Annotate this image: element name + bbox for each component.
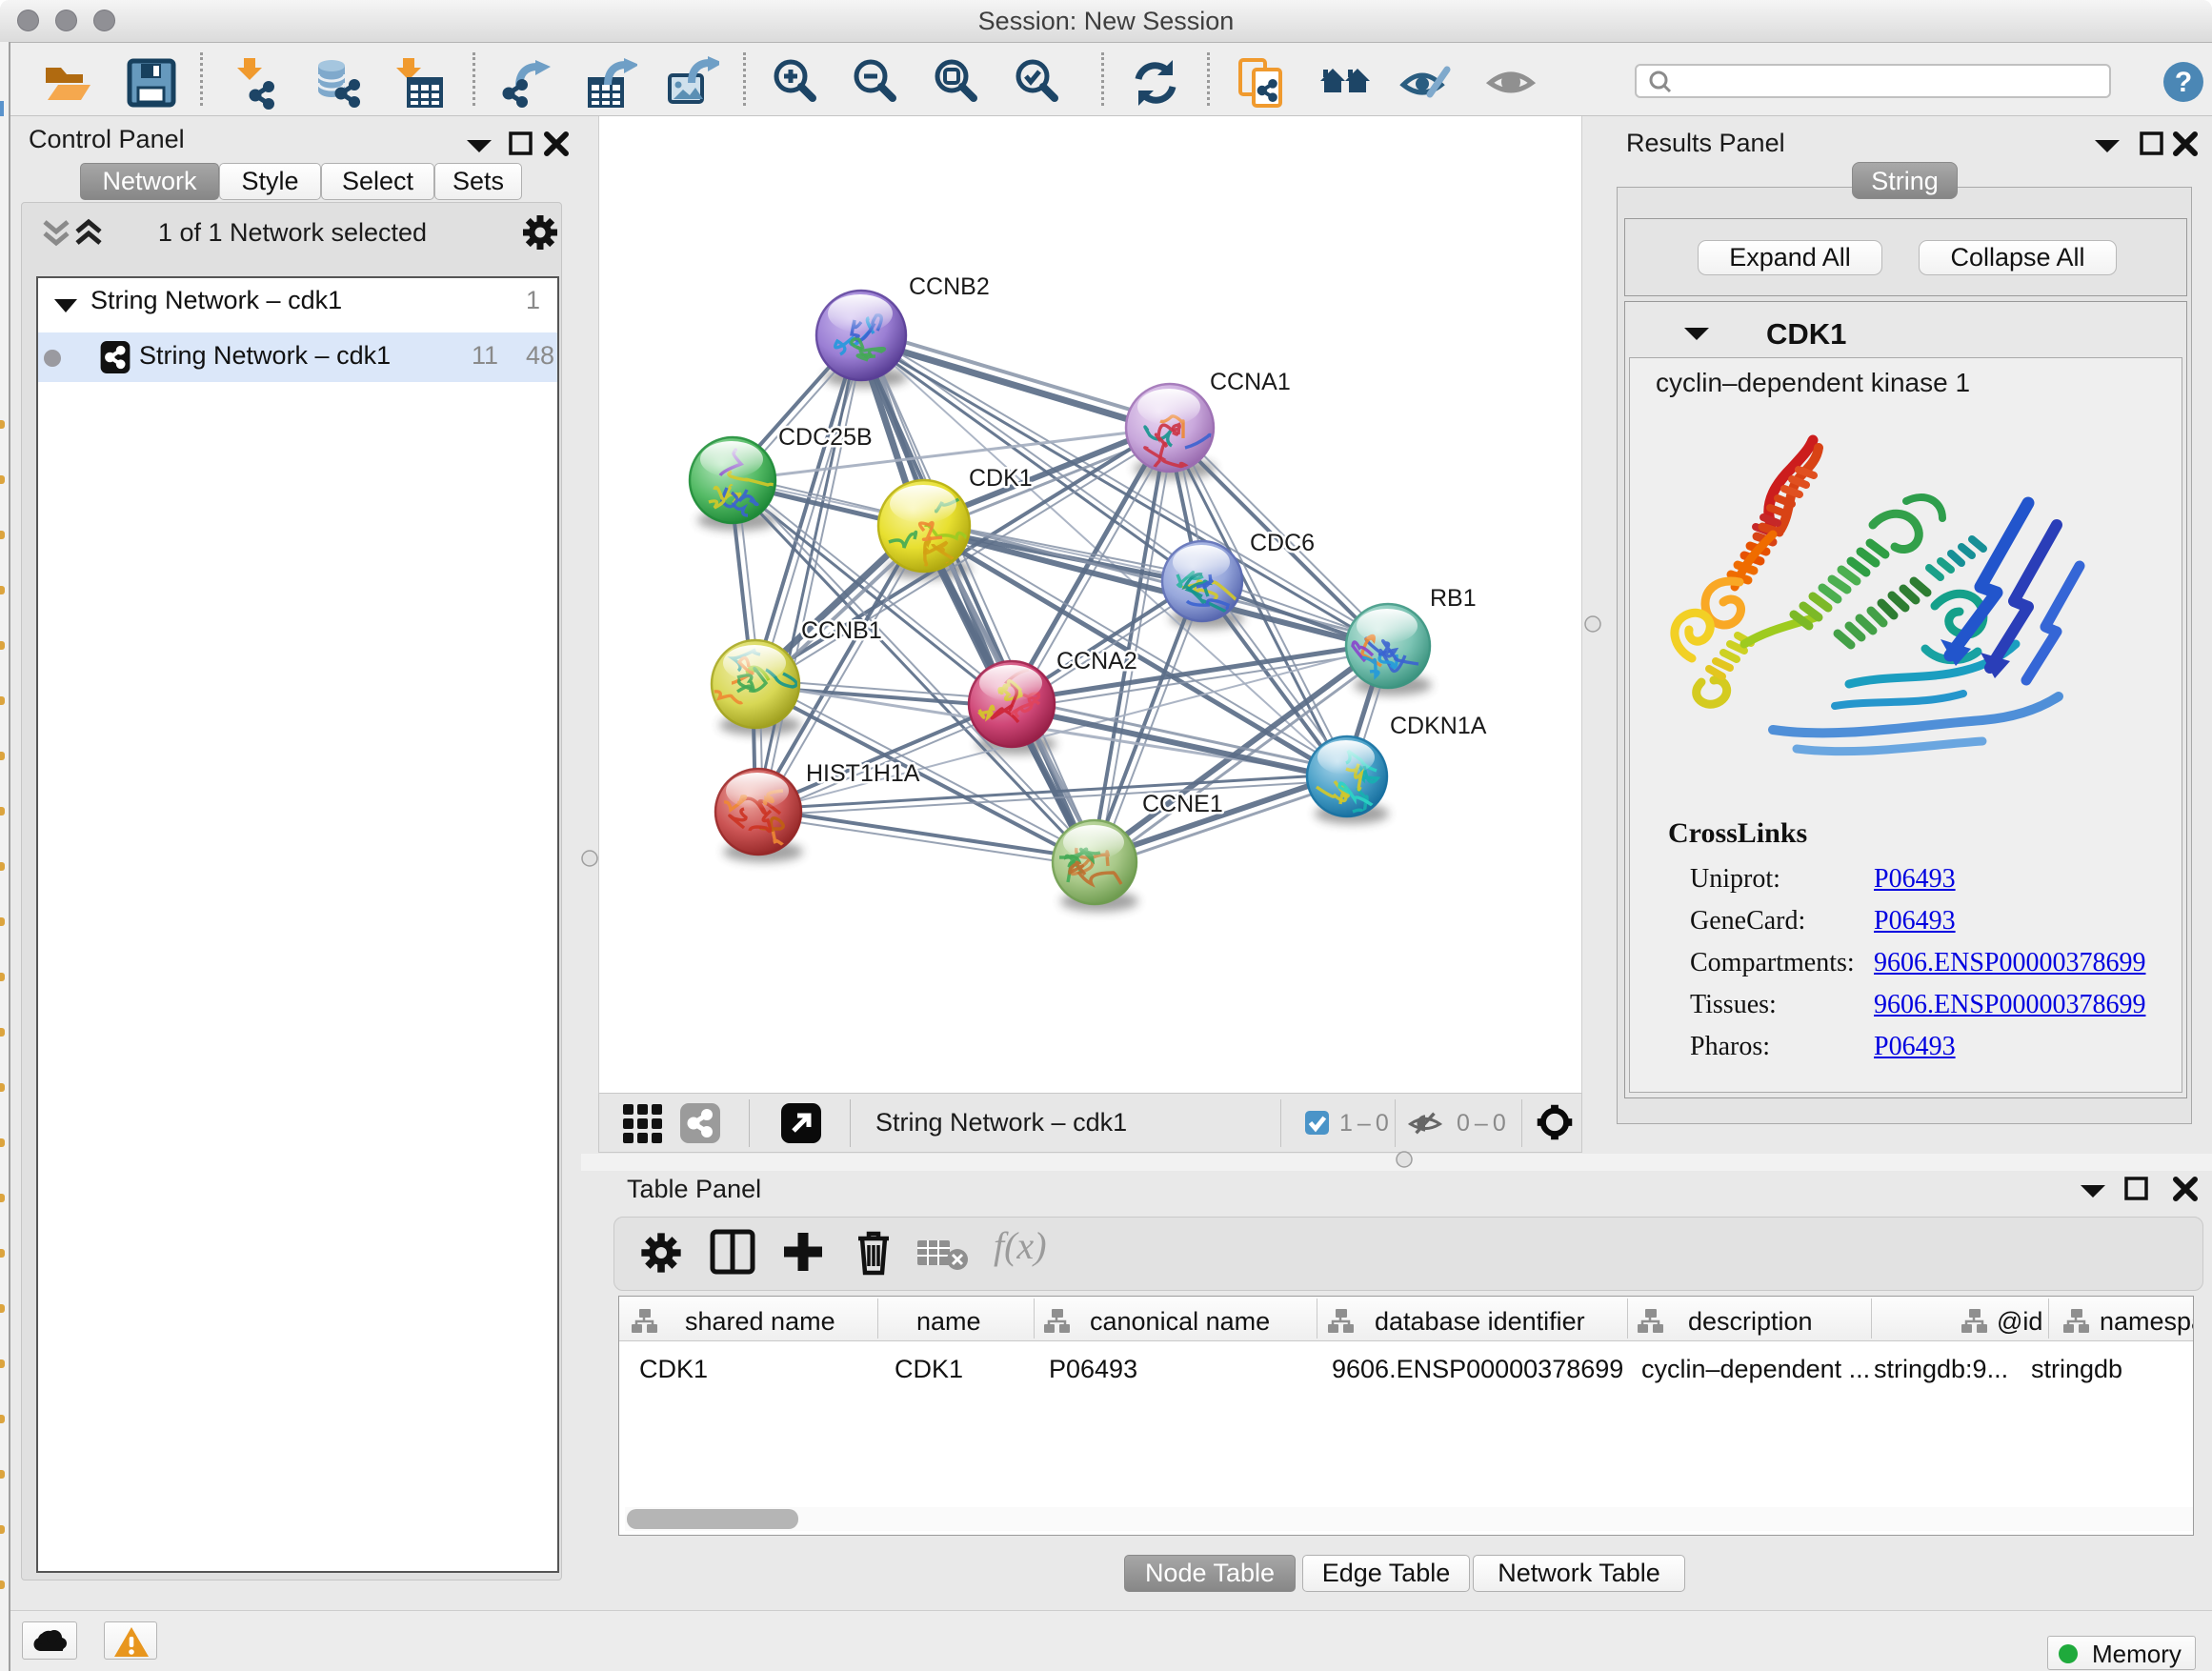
svg-text:CCNB1: CCNB1 <box>801 617 882 644</box>
svg-text:CCNE1: CCNE1 <box>1142 791 1223 817</box>
svg-text:HIST1H1A: HIST1H1A <box>806 760 920 787</box>
svg-text:CDKN1A: CDKN1A <box>1390 713 1487 739</box>
svg-text:CDC6: CDC6 <box>1250 530 1315 556</box>
svg-text:CDC25B: CDC25B <box>778 424 873 451</box>
svg-text:CCNA1: CCNA1 <box>1210 369 1291 395</box>
svg-text:CCNA2: CCNA2 <box>1056 648 1137 674</box>
svg-text:?: ? <box>2175 67 2192 98</box>
svg-text:CCNB2: CCNB2 <box>909 273 990 300</box>
svg-text:CDK1: CDK1 <box>969 465 1033 492</box>
svg-text:RB1: RB1 <box>1430 585 1477 612</box>
